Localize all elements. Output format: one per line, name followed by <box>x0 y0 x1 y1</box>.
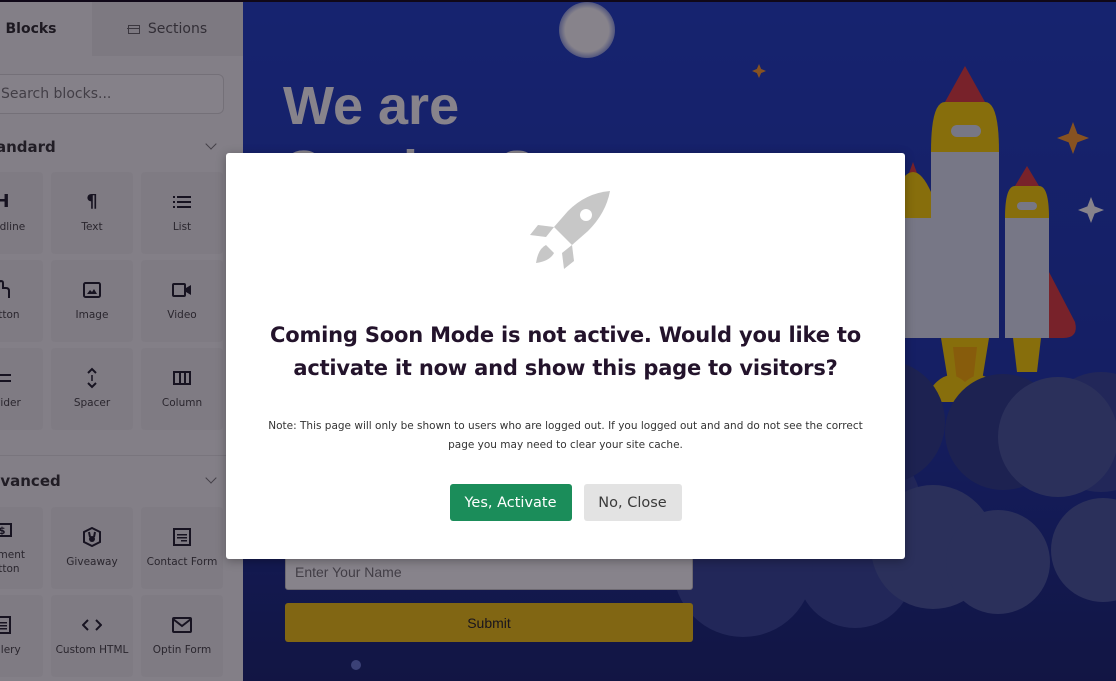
dialog-actions: Yes, Activate No, Close <box>226 484 905 521</box>
rocket-icon <box>530 191 610 269</box>
top-edge-bar <box>0 0 1116 2</box>
dialog-title: Coming Soon Mode is not active. Would yo… <box>270 323 861 380</box>
yes-activate-button[interactable]: Yes, Activate <box>449 484 572 521</box>
activate-coming-soon-dialog: Coming Soon Mode is not active. Would yo… <box>226 153 905 559</box>
dialog-note: Note: This page will only be shown to us… <box>268 420 863 451</box>
no-close-button[interactable]: No, Close <box>583 484 682 521</box>
